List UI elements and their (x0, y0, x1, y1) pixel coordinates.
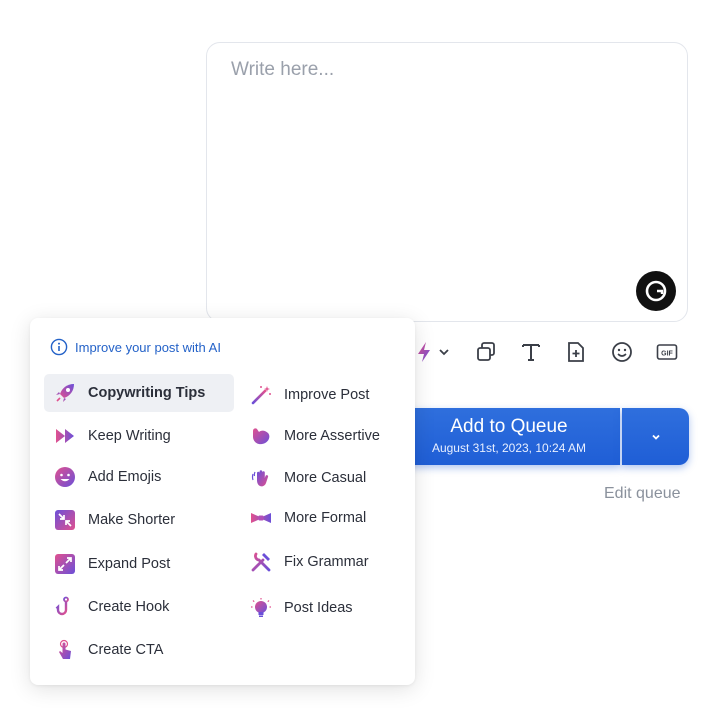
tools-icon (250, 551, 272, 573)
menu-item-label: Improve Post (284, 387, 370, 403)
shrink-icon (54, 509, 76, 531)
text-format-icon[interactable] (517, 338, 545, 366)
chevron-down-icon[interactable] (430, 338, 458, 366)
bow-tie-icon (250, 507, 272, 529)
menu-item-label: Expand Post (88, 556, 171, 572)
add-to-queue-button[interactable]: Add to Queue August 31st, 2023, 10:24 AM (398, 408, 620, 465)
menu-item-label: Post Ideas (284, 600, 353, 616)
menu-item-label: Create CTA (88, 642, 164, 658)
menu-item-label: Fix Grammar (284, 554, 369, 570)
ai-menu-header-text: Improve your post with AI (75, 339, 221, 355)
queue-time-label: August 31st, 2023, 10:24 AM (431, 441, 587, 455)
hook-icon (54, 596, 76, 618)
grammarly-icon[interactable] (636, 271, 676, 311)
post-composer (206, 42, 688, 322)
menu-item-label: More Formal (284, 510, 367, 526)
menu-item-label: Make Shorter (88, 512, 176, 528)
menu-item-make-shorter[interactable]: Make Shorter (54, 501, 175, 539)
rocket-icon (54, 382, 76, 404)
menu-item-label: More Assertive (284, 428, 380, 444)
duplicate-icon[interactable] (472, 338, 500, 366)
menu-item-fix-grammar[interactable]: Fix Grammar (250, 543, 369, 581)
menu-item-label: Add Emojis (88, 469, 162, 485)
lightbulb-icon (250, 597, 272, 619)
menu-item-create-cta[interactable]: Create CTA (54, 631, 163, 669)
emoji-icon[interactable] (608, 338, 636, 366)
queue-options-button[interactable] (622, 408, 689, 465)
ai-menu-header: Improve your post with AI (50, 338, 221, 356)
menu-item-expand-post[interactable]: Expand Post (54, 545, 170, 583)
smiley-icon (54, 466, 76, 488)
add-to-queue-label: Add to Queue (450, 416, 568, 437)
chevron-down-icon (651, 434, 660, 440)
magic-wand-icon (250, 384, 272, 406)
svg-text:GIF: GIF (661, 351, 673, 358)
edit-queue-link[interactable]: Edit queue (604, 485, 681, 503)
fast-forward-icon (54, 425, 76, 447)
menu-item-more-formal[interactable]: More Formal (250, 499, 366, 537)
menu-item-create-hook[interactable]: Create Hook (54, 588, 169, 626)
post-text-input[interactable] (229, 57, 663, 261)
menu-item-add-emojis[interactable]: Add Emojis (54, 458, 161, 496)
expand-icon (54, 553, 76, 575)
gif-icon[interactable]: GIF (653, 338, 681, 366)
menu-item-more-casual[interactable]: More Casual (250, 459, 366, 497)
menu-item-keep-writing[interactable]: Keep Writing (54, 417, 171, 455)
info-icon (50, 338, 68, 356)
menu-item-copywriting-tips[interactable]: Copywriting Tips (44, 374, 234, 412)
ai-improve-menu: Improve your post with AI Copywriting Ti… (30, 318, 415, 685)
menu-item-label: Create Hook (88, 599, 170, 615)
menu-item-post-ideas[interactable]: Post Ideas (250, 589, 353, 627)
add-file-icon[interactable] (562, 338, 590, 366)
menu-item-label: More Casual (284, 470, 367, 486)
menu-item-more-assertive[interactable]: More Assertive (250, 417, 380, 455)
waving-hand-icon (250, 467, 272, 489)
menu-item-label: Keep Writing (88, 428, 171, 444)
flexed-arm-icon (250, 425, 272, 447)
pointer-icon (54, 639, 76, 661)
menu-item-improve-post[interactable]: Improve Post (250, 376, 369, 414)
menu-item-label: Copywriting Tips (88, 385, 206, 401)
